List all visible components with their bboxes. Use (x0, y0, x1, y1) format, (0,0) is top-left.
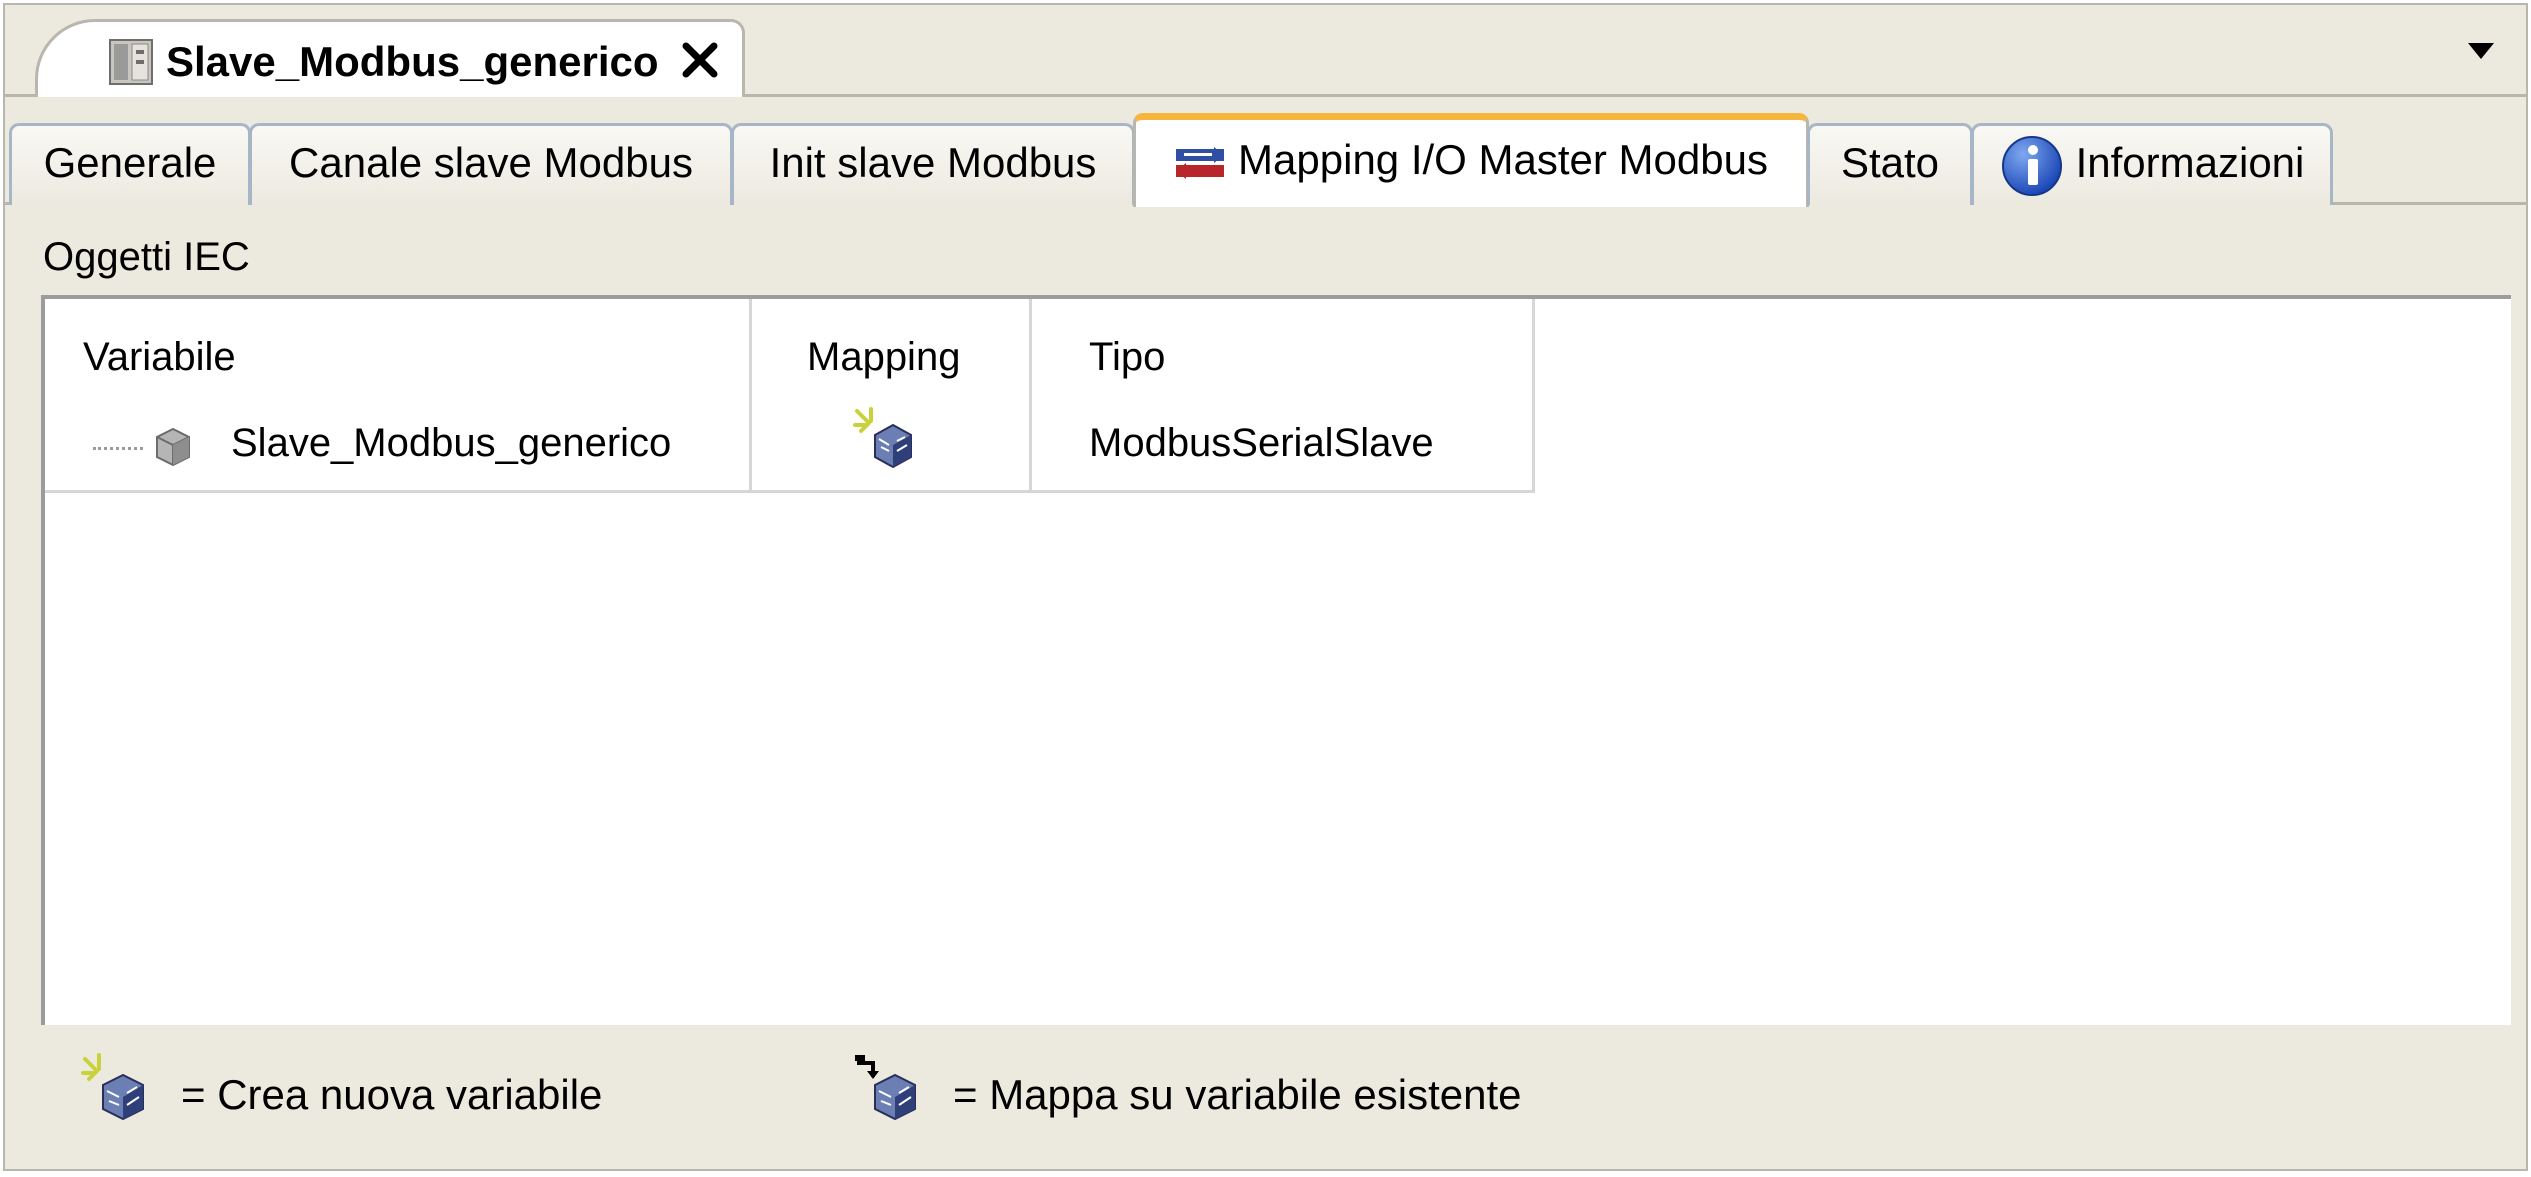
column-header-mapping[interactable]: Mapping (807, 335, 960, 380)
editor-window: Slave_Modbus_generico Generale Canale sl… (3, 3, 2528, 1171)
tab-informazioni[interactable]: Informazioni (1971, 123, 2333, 205)
tab-label: Generale (43, 139, 217, 186)
tab-label: Stato (1840, 139, 1940, 186)
type-cell[interactable]: ModbusSerialSlave (1089, 421, 1434, 466)
legend-existing-variable-label: = Mappa su variabile esistente (953, 1071, 1522, 1118)
device-object-icon (156, 427, 190, 467)
tab-generale[interactable]: Generale (9, 123, 251, 205)
tab-label: Init slave Modbus (769, 139, 1097, 186)
document-tab[interactable]: Slave_Modbus_generico (35, 19, 745, 97)
tree-connector (93, 447, 143, 450)
tab-canale-slave-modbus[interactable]: Canale slave Modbus (249, 123, 733, 205)
iec-objects-panel: Variabile Mapping Tipo Slave_Modbus_gene… (41, 295, 2511, 1025)
mapping-arrows-icon (1176, 146, 1225, 179)
new-variable-icon (81, 1053, 144, 1121)
tab-label: Informazioni (2075, 139, 2305, 186)
column-separator[interactable] (1029, 299, 1032, 493)
device-icon (109, 39, 153, 85)
mapping-table: Variabile Mapping Tipo Slave_Modbus_gene… (45, 299, 1535, 493)
document-tab-strip: Slave_Modbus_generico (5, 5, 2526, 97)
legend-new-variable-label: = Crea nuova variabile (181, 1071, 603, 1118)
section-label: Oggetti IEC (43, 235, 250, 279)
column-separator[interactable] (749, 299, 752, 493)
column-header-variable[interactable]: Variabile (83, 335, 236, 380)
column-header-type[interactable]: Tipo (1089, 335, 1165, 380)
new-variable-icon[interactable] (853, 407, 919, 471)
tab-init-slave-modbus[interactable]: Init slave Modbus (731, 123, 1135, 205)
map-existing-variable-icon (855, 1055, 916, 1121)
document-tab-title: Slave_Modbus_generico (166, 38, 659, 85)
close-icon[interactable] (680, 40, 720, 80)
tab-mapping-io-master-modbus[interactable]: Mapping I/O Master Modbus (1133, 113, 1809, 207)
variable-cell[interactable]: Slave_Modbus_generico (231, 421, 671, 466)
chevron-down-icon[interactable] (2466, 41, 2496, 61)
tab-stato[interactable]: Stato (1807, 123, 1973, 205)
editor-tabs: Generale Canale slave Modbus Init slave … (5, 111, 2526, 207)
tab-label: Canale slave Modbus (289, 139, 693, 186)
tab-label: Mapping I/O Master Modbus (1238, 136, 1768, 183)
info-icon (2001, 135, 2062, 196)
